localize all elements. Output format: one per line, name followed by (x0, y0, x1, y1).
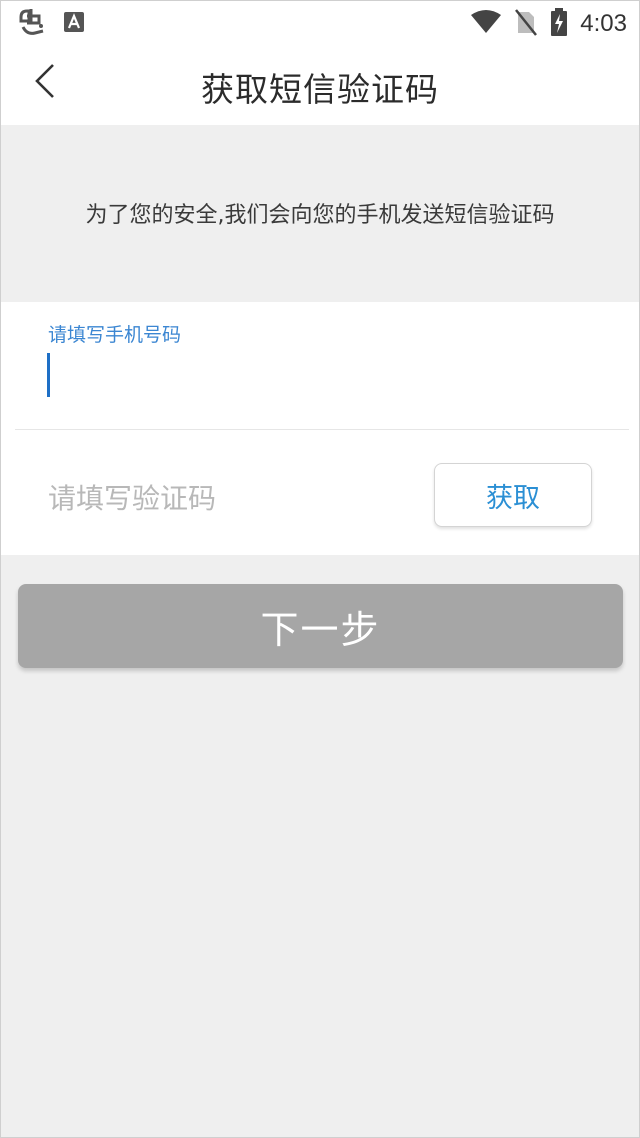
status-time: 4:03 (580, 10, 627, 37)
app-logo-icon (17, 7, 47, 41)
page-title: 获取短信验证码 (201, 70, 439, 109)
wifi-icon (470, 9, 502, 39)
no-sim-icon (514, 8, 538, 40)
verification-code-input[interactable] (48, 477, 408, 521)
phone-input[interactable] (48, 348, 608, 404)
get-code-button[interactable]: 获取 (434, 463, 592, 527)
status-right-icons: 4:03 (470, 7, 627, 41)
screen: 4:03 获取短信验证码 为了您的安全,我们会向您的手机发送短信验证码 请填写手… (0, 0, 640, 1138)
app-bar: 获取短信验证码 (1, 45, 639, 125)
text-cursor (47, 353, 50, 397)
security-notice: 为了您的安全,我们会向您的手机发送短信验证码 (85, 203, 555, 228)
status-bar: 4:03 (1, 1, 639, 45)
status-left-icons (17, 7, 85, 41)
verification-form: 请填写手机号码 获取 (1, 302, 639, 555)
next-step-button[interactable]: 下一步 (18, 584, 623, 668)
divider (15, 429, 629, 430)
notification-a-icon (63, 11, 85, 37)
battery-charging-icon (550, 7, 568, 41)
phone-field-label: 请填写手机号码 (48, 324, 182, 346)
phone-row: 请填写手机号码 (1, 302, 639, 429)
